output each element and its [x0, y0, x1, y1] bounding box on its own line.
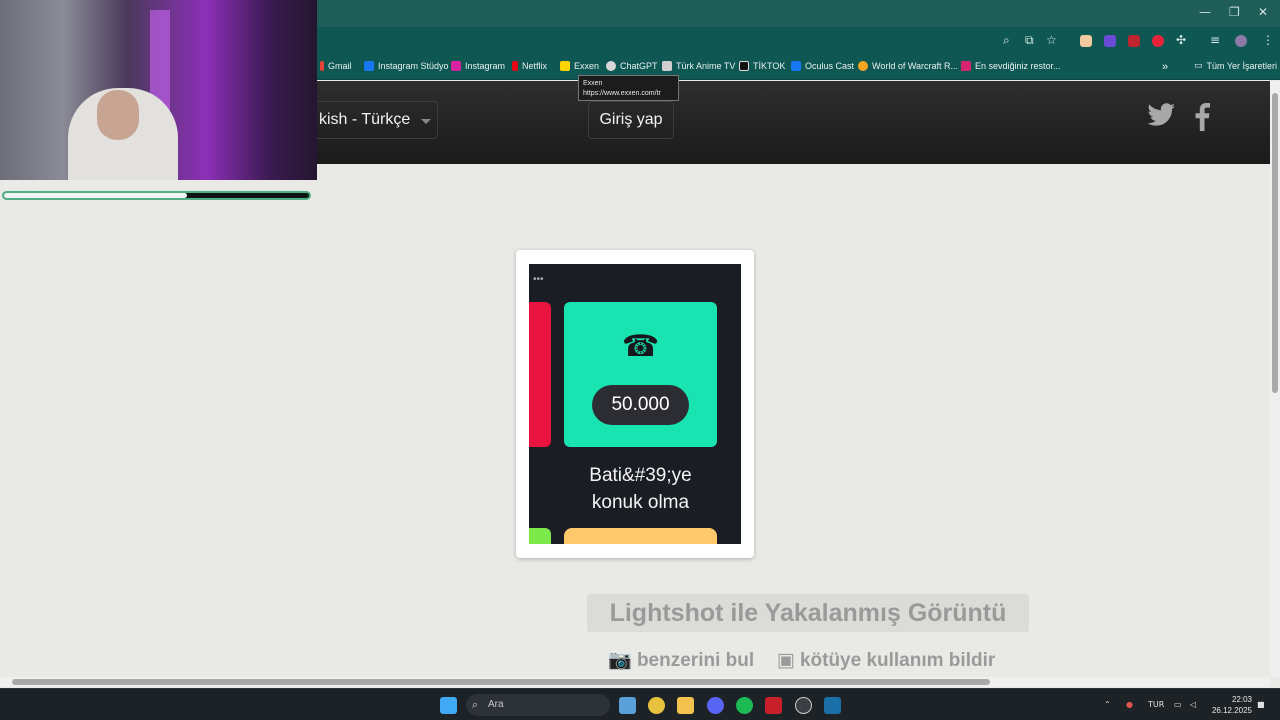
- yemeksepeti-icon: [961, 61, 971, 71]
- network-icon[interactable]: ▭: [1174, 700, 1182, 709]
- notification-icon[interactable]: ■: [1257, 700, 1265, 709]
- puzzle-icon[interactable]: ✣: [1176, 33, 1186, 47]
- close-button[interactable]: ✕: [1258, 5, 1268, 19]
- extension-icon[interactable]: [1080, 35, 1092, 47]
- microphone-icon[interactable]: ●: [1126, 700, 1133, 709]
- maximize-button[interactable]: ❐: [1229, 5, 1240, 19]
- meta-icon: [364, 61, 374, 71]
- streamer-head: [97, 90, 139, 140]
- taskbar: ⌕ Ara ⌃ ● TUR ▭ ◁ 22:03 26.12.2025 ■: [0, 688, 1280, 720]
- language-select[interactable]: kish - Türkçe: [310, 101, 438, 139]
- horizontal-scrollbar[interactable]: [0, 677, 1270, 687]
- chatgpt-icon: [606, 61, 616, 71]
- media-control-icon[interactable]: ≡: [1210, 33, 1220, 47]
- warcraft-icon: [858, 61, 868, 71]
- tooltip-url: https://www.exxen.com/tr: [583, 90, 661, 97]
- install-icon[interactable]: ⧉: [1025, 33, 1034, 48]
- voicemod-icon[interactable]: [765, 697, 782, 714]
- file-explorer-icon[interactable]: [677, 697, 694, 714]
- vertical-scrollbar[interactable]: [1270, 81, 1280, 677]
- all-bookmarks-button[interactable]: ▭ Tüm Yer İşaretleri: [1194, 61, 1277, 71]
- login-button[interactable]: Giriş yap: [588, 101, 674, 139]
- folder-icon: ▭: [1194, 61, 1203, 71]
- tile-caption: Bati&#39;ye konuk olma: [589, 465, 692, 513]
- volume-icon[interactable]: ◁: [1190, 700, 1196, 709]
- red-tile: [529, 302, 551, 447]
- phone-icon: ☎: [621, 329, 660, 364]
- start-icon[interactable]: [440, 697, 457, 714]
- discord-icon[interactable]: [707, 697, 724, 714]
- bookmark-turk-anime[interactable]: Türk Anime TV: [662, 61, 735, 71]
- search-icon: ⌕: [472, 698, 479, 711]
- chevron-down-icon: [421, 119, 431, 124]
- zoom-icon[interactable]: ⌕: [1003, 33, 1010, 48]
- bookmark-instagram[interactable]: Instagram: [451, 61, 505, 71]
- exxen-icon: [560, 61, 570, 71]
- meta-icon: [791, 61, 801, 71]
- anime-icon: [662, 61, 672, 71]
- report-abuse-link[interactable]: kötüye kullanım bildir: [800, 650, 995, 671]
- yellow-tile: [564, 528, 717, 544]
- webcam-label: SEON REZET: [3, 182, 48, 189]
- menu-icon[interactable]: ⋮: [1262, 33, 1274, 47]
- chevron-up-icon[interactable]: ⌃: [1104, 700, 1111, 709]
- twitter-icon[interactable]: [1146, 103, 1176, 136]
- price-pill: 50.000: [592, 385, 689, 425]
- more-dots: •••: [533, 274, 544, 285]
- widgets-icon[interactable]: [619, 697, 636, 714]
- chrome-icon[interactable]: [648, 697, 665, 714]
- goal-progress-bar: [2, 191, 311, 200]
- extension-icon[interactable]: [1152, 35, 1164, 47]
- find-similar-link[interactable]: benzerini bul: [637, 650, 754, 671]
- facebook-icon[interactable]: [1194, 103, 1210, 138]
- bookmark-oculus-cast[interactable]: Oculus Cast: [791, 61, 854, 71]
- clock[interactable]: 22:03 26.12.2025: [1210, 694, 1252, 716]
- gmail-icon: [320, 61, 324, 71]
- page-title: Lightshot ile Yakalanmış Görüntü: [587, 594, 1029, 632]
- profile-avatar[interactable]: [1235, 35, 1247, 47]
- screenshot-card[interactable]: ••• ☎ 50.000 Bati&#39;ye konuk olma: [516, 250, 754, 558]
- webcam-overlay: [0, 0, 317, 180]
- bookmark-gmail[interactable]: Gmail: [320, 61, 352, 71]
- lime-tile: [529, 528, 551, 544]
- spotify-icon[interactable]: [736, 697, 753, 714]
- clipboard-icon: ▣: [776, 649, 795, 671]
- bookmark-wow[interactable]: World of Warcraft R...: [858, 61, 958, 71]
- extension-icon[interactable]: [1104, 35, 1116, 47]
- green-tile: ☎ 50.000: [564, 302, 717, 447]
- minimize-button[interactable]: —: [1199, 5, 1211, 19]
- extension-icon[interactable]: [1128, 35, 1140, 47]
- tooltip-title: Exxen: [583, 80, 603, 87]
- instagram-icon: [451, 61, 461, 71]
- bookmark-netflix[interactable]: Netflix: [512, 61, 547, 71]
- goal-progress-fill: [4, 193, 187, 198]
- action-links: 📷 benzerini bul ▣ kötüye kullanım bildir: [608, 648, 995, 672]
- bookmark-exxen[interactable]: Exxen: [560, 61, 599, 71]
- input-language[interactable]: TUR: [1148, 700, 1164, 709]
- vertical-scroll-thumb[interactable]: [1272, 93, 1278, 393]
- netflix-icon: [512, 61, 518, 71]
- horizontal-scroll-thumb[interactable]: [12, 679, 990, 685]
- taskbar-search[interactable]: ⌕ Ara: [466, 694, 610, 716]
- screenshot-image: ••• ☎ 50.000 Bati&#39;ye konuk olma: [529, 264, 741, 544]
- bookmark-tiktok[interactable]: TİKTOK: [739, 61, 785, 71]
- bookmark-instagram-studio[interactable]: Instagram Stüdyo: [364, 61, 449, 71]
- camera-icon: 📷: [608, 649, 632, 671]
- bookmark-tooltip: Exxen https://www.exxen.com/tr: [578, 75, 679, 101]
- tiktok-icon: [739, 61, 749, 71]
- bookmark-restaurant[interactable]: En sevdiğiniz restor...: [961, 61, 1061, 71]
- bookmarks-overflow-button[interactable]: »: [1162, 61, 1168, 73]
- app-icon[interactable]: [795, 697, 812, 714]
- star-icon[interactable]: ☆: [1046, 33, 1057, 47]
- bookmark-chatgpt[interactable]: ChatGPT: [606, 61, 658, 71]
- steam-icon[interactable]: [824, 697, 841, 714]
